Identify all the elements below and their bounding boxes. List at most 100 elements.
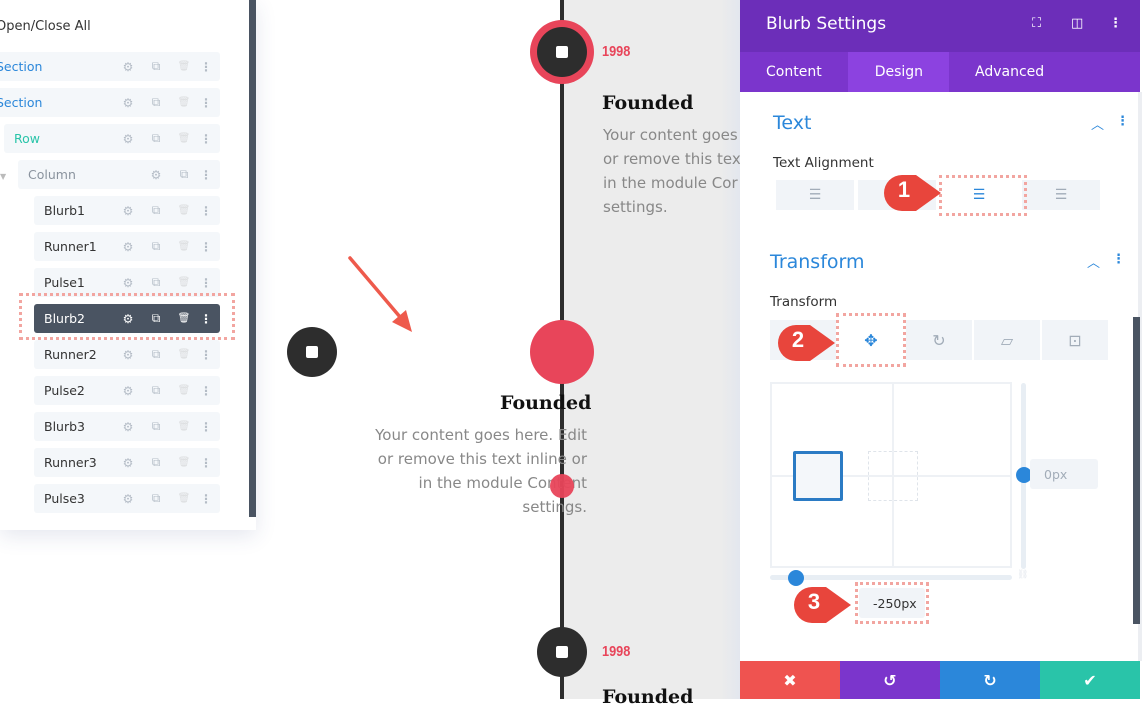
layer-label: Section bbox=[0, 59, 43, 74]
highlight-translate-x bbox=[855, 582, 929, 624]
duplicate-icon[interactable]: ⧉ bbox=[142, 275, 170, 290]
blurb2-title: Founded bbox=[500, 392, 592, 414]
duplicate-icon[interactable]: ⧉ bbox=[142, 131, 170, 146]
redo-button[interactable]: ↻ bbox=[940, 661, 1040, 699]
text-section-title[interactable]: Text bbox=[773, 112, 811, 134]
gear-icon[interactable]: ⚙ bbox=[114, 60, 142, 74]
layer-item-runner3[interactable]: Runner3 ⚙ ⧉ 🗑 ⋮ bbox=[34, 448, 220, 477]
trash-icon[interactable]: 🗑 bbox=[170, 133, 198, 144]
trash-icon[interactable]: 🗑 bbox=[170, 97, 198, 108]
rotate-button[interactable]: ↻ bbox=[906, 320, 972, 360]
trash-icon[interactable]: 🗑 bbox=[170, 385, 198, 396]
more-icon[interactable]: ⋮ bbox=[198, 384, 214, 398]
trash-icon[interactable]: 🗑 bbox=[170, 457, 198, 468]
more-icon[interactable]: ⋮ bbox=[198, 168, 214, 182]
duplicate-icon[interactable]: ⧉ bbox=[142, 203, 170, 218]
save-button[interactable]: ✔ bbox=[1040, 661, 1140, 699]
gear-icon[interactable]: ⚙ bbox=[114, 348, 142, 362]
more-icon[interactable]: ⋮ bbox=[198, 456, 214, 470]
translated-box bbox=[793, 451, 843, 501]
more-icon[interactable]: ⋮ bbox=[1109, 16, 1122, 31]
translate-x-slider[interactable] bbox=[770, 575, 1012, 580]
layer-item-blurb3[interactable]: Blurb3 ⚙ ⧉ 🗑 ⋮ bbox=[34, 412, 220, 441]
fullscreen-icon[interactable]: ⛶ bbox=[1032, 16, 1041, 31]
tab-design[interactable]: Design bbox=[847, 52, 950, 92]
collapse-caret-icon[interactable]: ▼ bbox=[0, 172, 6, 181]
duplicate-icon[interactable]: ⧉ bbox=[170, 167, 198, 182]
layer-item-runner2[interactable]: Runner2 ⚙ ⧉ 🗑 ⋮ bbox=[34, 340, 220, 369]
blurb1-title: Founded bbox=[602, 92, 694, 114]
duplicate-icon[interactable]: ⧉ bbox=[142, 383, 170, 398]
more-icon[interactable]: ⋮ bbox=[198, 240, 214, 254]
origin-button[interactable]: ⊡ bbox=[1042, 320, 1108, 360]
skew-button[interactable]: ▱ bbox=[974, 320, 1040, 360]
more-icon[interactable]: ⋮ bbox=[198, 60, 214, 74]
gear-icon[interactable]: ⚙ bbox=[114, 96, 142, 110]
translate-preview bbox=[770, 382, 1012, 568]
link-icon[interactable]: ⛓ bbox=[1017, 570, 1028, 580]
translate-x-knob[interactable] bbox=[788, 570, 804, 586]
more-icon[interactable]: ⋮ bbox=[198, 276, 214, 290]
duplicate-icon[interactable]: ⧉ bbox=[142, 95, 170, 110]
gear-icon[interactable]: ⚙ bbox=[114, 204, 142, 218]
split-view-icon[interactable]: ◫ bbox=[1071, 16, 1083, 31]
blurb2-text: Your content goes here. Edit or remove t… bbox=[360, 423, 587, 519]
more-icon[interactable]: ⋮ bbox=[198, 204, 214, 218]
layer-item-pulse3[interactable]: Pulse3 ⚙ ⧉ 🗑 ⋮ bbox=[34, 484, 220, 513]
layer-item-pulse2[interactable]: Pulse2 ⚙ ⧉ 🗑 ⋮ bbox=[34, 376, 220, 405]
layer-item-section[interactable]: Section ⚙ ⧉ 🗑 ⋮ bbox=[0, 52, 220, 81]
align-left-button[interactable]: ☰ bbox=[776, 180, 854, 210]
undo-button[interactable]: ↺ bbox=[840, 661, 940, 699]
gear-icon[interactable]: ⚙ bbox=[114, 420, 142, 434]
duplicate-icon[interactable]: ⧉ bbox=[142, 491, 170, 506]
callout-number: 1 bbox=[897, 177, 911, 202]
gear-icon[interactable]: ⚙ bbox=[114, 276, 142, 290]
more-icon[interactable]: ⋮ bbox=[198, 132, 214, 146]
gear-icon[interactable]: ⚙ bbox=[114, 456, 142, 470]
cancel-button[interactable]: ✖ bbox=[740, 661, 840, 699]
open-close-all-link[interactable]: Open/Close All bbox=[0, 19, 91, 34]
tab-advanced[interactable]: Advanced bbox=[949, 52, 1070, 92]
gear-icon[interactable]: ⚙ bbox=[142, 168, 170, 182]
trash-icon[interactable]: 🗑 bbox=[170, 421, 198, 432]
more-icon[interactable]: ⋮ bbox=[198, 492, 214, 506]
gear-icon[interactable]: ⚙ bbox=[114, 492, 142, 506]
more-icon[interactable]: ⋮ bbox=[198, 420, 214, 434]
settings-scrollbar[interactable] bbox=[1133, 317, 1140, 624]
gear-icon[interactable]: ⚙ bbox=[114, 384, 142, 398]
duplicate-icon[interactable]: ⧉ bbox=[142, 419, 170, 434]
duplicate-icon[interactable]: ⧉ bbox=[142, 347, 170, 362]
trash-icon[interactable]: 🗑 bbox=[170, 241, 198, 252]
layer-item-blurb1[interactable]: Blurb1 ⚙ ⧉ 🗑 ⋮ bbox=[34, 196, 220, 225]
transform-section-title[interactable]: Transform bbox=[770, 251, 865, 273]
callout-3: 3 bbox=[793, 586, 851, 623]
layer-item-section[interactable]: Section ⚙ ⧉ 🗑 ⋮ bbox=[0, 88, 220, 117]
chevron-up-icon[interactable]: ︿ bbox=[1091, 114, 1104, 133]
section-more-icon[interactable]: ⋮ bbox=[1116, 114, 1129, 129]
more-icon[interactable]: ⋮ bbox=[198, 96, 214, 110]
blurb-settings-panel: Blurb Settings ⛶ ◫ ⋮ Content Design Adva… bbox=[740, 0, 1142, 699]
more-icon[interactable]: ⋮ bbox=[198, 348, 214, 362]
translate-y-input[interactable]: 0px bbox=[1030, 459, 1098, 489]
duplicate-icon[interactable]: ⧉ bbox=[142, 59, 170, 74]
duplicate-icon[interactable]: ⧉ bbox=[142, 455, 170, 470]
trash-icon[interactable]: 🗑 bbox=[170, 205, 198, 216]
trash-icon[interactable]: 🗑 bbox=[170, 277, 198, 288]
trash-icon[interactable]: 🗑 bbox=[170, 349, 198, 360]
trash-icon[interactable]: 🗑 bbox=[170, 61, 198, 72]
timeline-marker-2[interactable] bbox=[287, 327, 337, 377]
layers-scrollbar[interactable] bbox=[249, 0, 256, 517]
duplicate-icon[interactable]: ⧉ bbox=[142, 239, 170, 254]
layer-item-row[interactable]: Row ⚙ ⧉ 🗑 ⋮ bbox=[4, 124, 220, 153]
gear-icon[interactable]: ⚙ bbox=[114, 240, 142, 254]
settings-tabs: Content Design Advanced bbox=[740, 52, 1140, 92]
tab-content[interactable]: Content bbox=[740, 52, 848, 92]
layer-item-column[interactable]: Column ⚙ ⧉ ⋮ bbox=[18, 160, 220, 189]
chevron-up-icon[interactable]: ︿ bbox=[1087, 252, 1100, 271]
align-justify-button[interactable]: ☰ bbox=[1022, 180, 1100, 210]
gear-icon[interactable]: ⚙ bbox=[114, 132, 142, 146]
section-more-icon[interactable]: ⋮ bbox=[1112, 252, 1125, 267]
trash-icon[interactable]: 🗑 bbox=[170, 493, 198, 504]
layer-item-runner1[interactable]: Runner1 ⚙ ⧉ 🗑 ⋮ bbox=[34, 232, 220, 261]
square-icon bbox=[556, 46, 568, 58]
